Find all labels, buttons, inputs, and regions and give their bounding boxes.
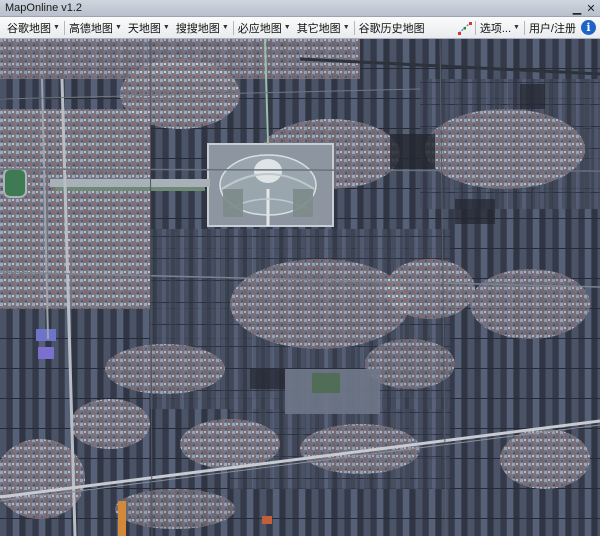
menu-tianditu[interactable]: 天地图 ▼ <box>125 18 173 38</box>
divider <box>63 20 65 35</box>
menu-google-maps[interactable]: 谷歌地图 ▼ <box>4 18 63 38</box>
caret-down-icon: ▼ <box>342 24 350 31</box>
menu-amap[interactable]: 高德地图 ▼ <box>66 18 125 38</box>
menu-bing-maps[interactable]: 必应地图 ▼ <box>235 18 294 38</box>
caret-down-icon: ▼ <box>53 24 60 31</box>
satellite-map-view[interactable] <box>0 39 600 536</box>
minimize-button[interactable]: ▁ <box>570 1 584 15</box>
window-title: MapOnline v1.2 <box>5 2 83 14</box>
divider <box>232 20 234 35</box>
minimize-icon: ▁ <box>572 1 582 15</box>
divider <box>474 20 476 35</box>
divider <box>523 20 525 35</box>
menu-google-history-maps[interactable]: 谷歌历史地图 <box>356 18 428 38</box>
caret-down-icon: ▼ <box>221 24 229 31</box>
menu-other-maps[interactable]: 其它地图 ▼ <box>294 18 353 38</box>
close-button[interactable]: ✕ <box>584 1 598 15</box>
caret-down-icon: ▼ <box>114 24 122 31</box>
measure-icon <box>457 21 472 35</box>
caret-down-icon: ▼ <box>513 24 520 31</box>
divider <box>353 20 355 35</box>
menu-soso-maps[interactable]: 搜搜地图 ▼ <box>173 18 232 38</box>
title-bar: MapOnline v1.2 ▁ ✕ <box>0 0 600 17</box>
close-icon: ✕ <box>586 1 596 15</box>
caret-down-icon: ▼ <box>162 24 170 31</box>
account-register-button[interactable]: 用户/注册 <box>526 18 579 38</box>
info-icon[interactable]: i <box>581 20 596 35</box>
toolbar: 谷歌地图 ▼ 高德地图 ▼ 天地图 ▼ 搜搜地图 ▼ 必应地图 ▼ 其它地图 ▼ 谷歌历史地… <box>0 17 600 39</box>
caret-down-icon: ▼ <box>283 24 291 31</box>
menu-options[interactable]: 选项... ▼ <box>477 18 523 38</box>
satellite-imagery <box>0 39 600 536</box>
measure-tool-button[interactable] <box>456 19 474 37</box>
